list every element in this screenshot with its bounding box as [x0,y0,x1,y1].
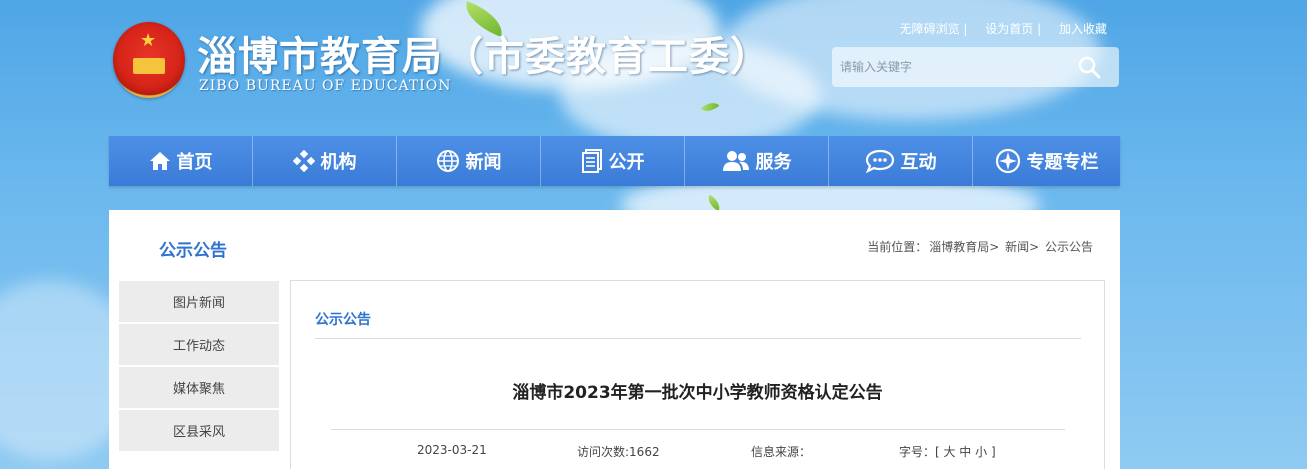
breadcrumb-item-notices[interactable]: 公示公告 [1045,240,1093,254]
main-nav: 首页 机构 新闻 公开 服务 互动 专题专栏 [109,136,1120,186]
add-favorite-link[interactable]: 加入收藏 [1059,22,1107,36]
organization-icon [292,150,315,172]
compass-icon [995,148,1020,174]
breadcrumb-item-bureau[interactable]: 淄博教育局> [929,240,999,254]
nav-label: 首页 [176,152,213,173]
article-title: 淄博市2023年第一批次中小学教师资格认定公告 [512,383,883,403]
sidebar-item-media-focus[interactable]: 媒体聚焦 [119,367,279,408]
star-icon: ★ [140,30,157,51]
breadcrumb-prefix: 当前位置： [867,240,928,254]
nav-item-home[interactable]: 首页 [109,136,253,186]
tiananmen-gate-shape [133,58,165,74]
font-size-control[interactable]: 字号：[ 大 中 小 ] [899,443,996,460]
sidebar-item-district-news[interactable]: 区县采风 [119,410,279,451]
people-icon [722,151,749,171]
article-panel: 公示公告 淄博市2023年第一批次中小学教师资格认定公告 2023-03-21 … [290,280,1105,469]
search-icon[interactable] [1077,55,1101,79]
article-date: 2023-03-21 [417,443,487,457]
nav-label: 服务 [755,152,792,173]
section-title: 公示公告 [159,241,227,261]
breadcrumb: 当前位置： 淄博教育局> 新闻> 公示公告 [867,238,1095,255]
national-emblem-logo: ★ [113,22,185,98]
home-icon [149,152,170,170]
globe-icon [436,150,459,172]
divider [315,338,1081,339]
site-title: 淄博市教育局（市委教育工委） [197,33,771,80]
sidebar-item-photo-news[interactable]: 图片新闻 [119,281,279,322]
set-homepage-link[interactable]: 设为首页 | [985,22,1041,36]
content-area: 公示公告 当前位置： 淄博教育局> 新闻> 公示公告 图片新闻 工作动态 媒体聚焦… [109,210,1120,469]
nav-label: 互动 [900,152,937,173]
chat-icon [865,149,894,173]
article-source: 信息来源： [751,445,812,459]
sidebar: 图片新闻 工作动态 媒体聚焦 区县采风 [119,281,279,453]
nav-label: 专题专栏 [1026,152,1099,173]
divider [331,429,1065,430]
site-subtitle: ZIBO BUREAU OF EDUCATION [199,78,452,94]
accessibility-link[interactable]: 无障碍浏览 | [900,22,968,36]
nav-label: 机构 [320,152,357,173]
sidebar-item-work-updates[interactable]: 工作动态 [119,324,279,365]
document-icon [581,149,602,173]
search-input[interactable] [840,55,1060,79]
nav-item-special-topics[interactable]: 专题专栏 [973,136,1120,186]
nav-item-organization[interactable]: 机构 [253,136,397,186]
nav-item-interaction[interactable]: 互动 [829,136,973,186]
panel-title: 公示公告 [315,312,371,328]
breadcrumb-item-news[interactable]: 新闻> [1005,240,1039,254]
nav-item-public[interactable]: 公开 [541,136,685,186]
nav-item-news[interactable]: 新闻 [397,136,541,186]
article-views: 访问次数:1662 [577,445,660,459]
search-box [832,47,1119,87]
nav-label: 公开 [608,152,645,173]
top-links: 无障碍浏览 | 设为首页 | 加入收藏 [886,20,1107,37]
nav-item-service[interactable]: 服务 [685,136,829,186]
nav-label: 新闻 [465,152,502,173]
